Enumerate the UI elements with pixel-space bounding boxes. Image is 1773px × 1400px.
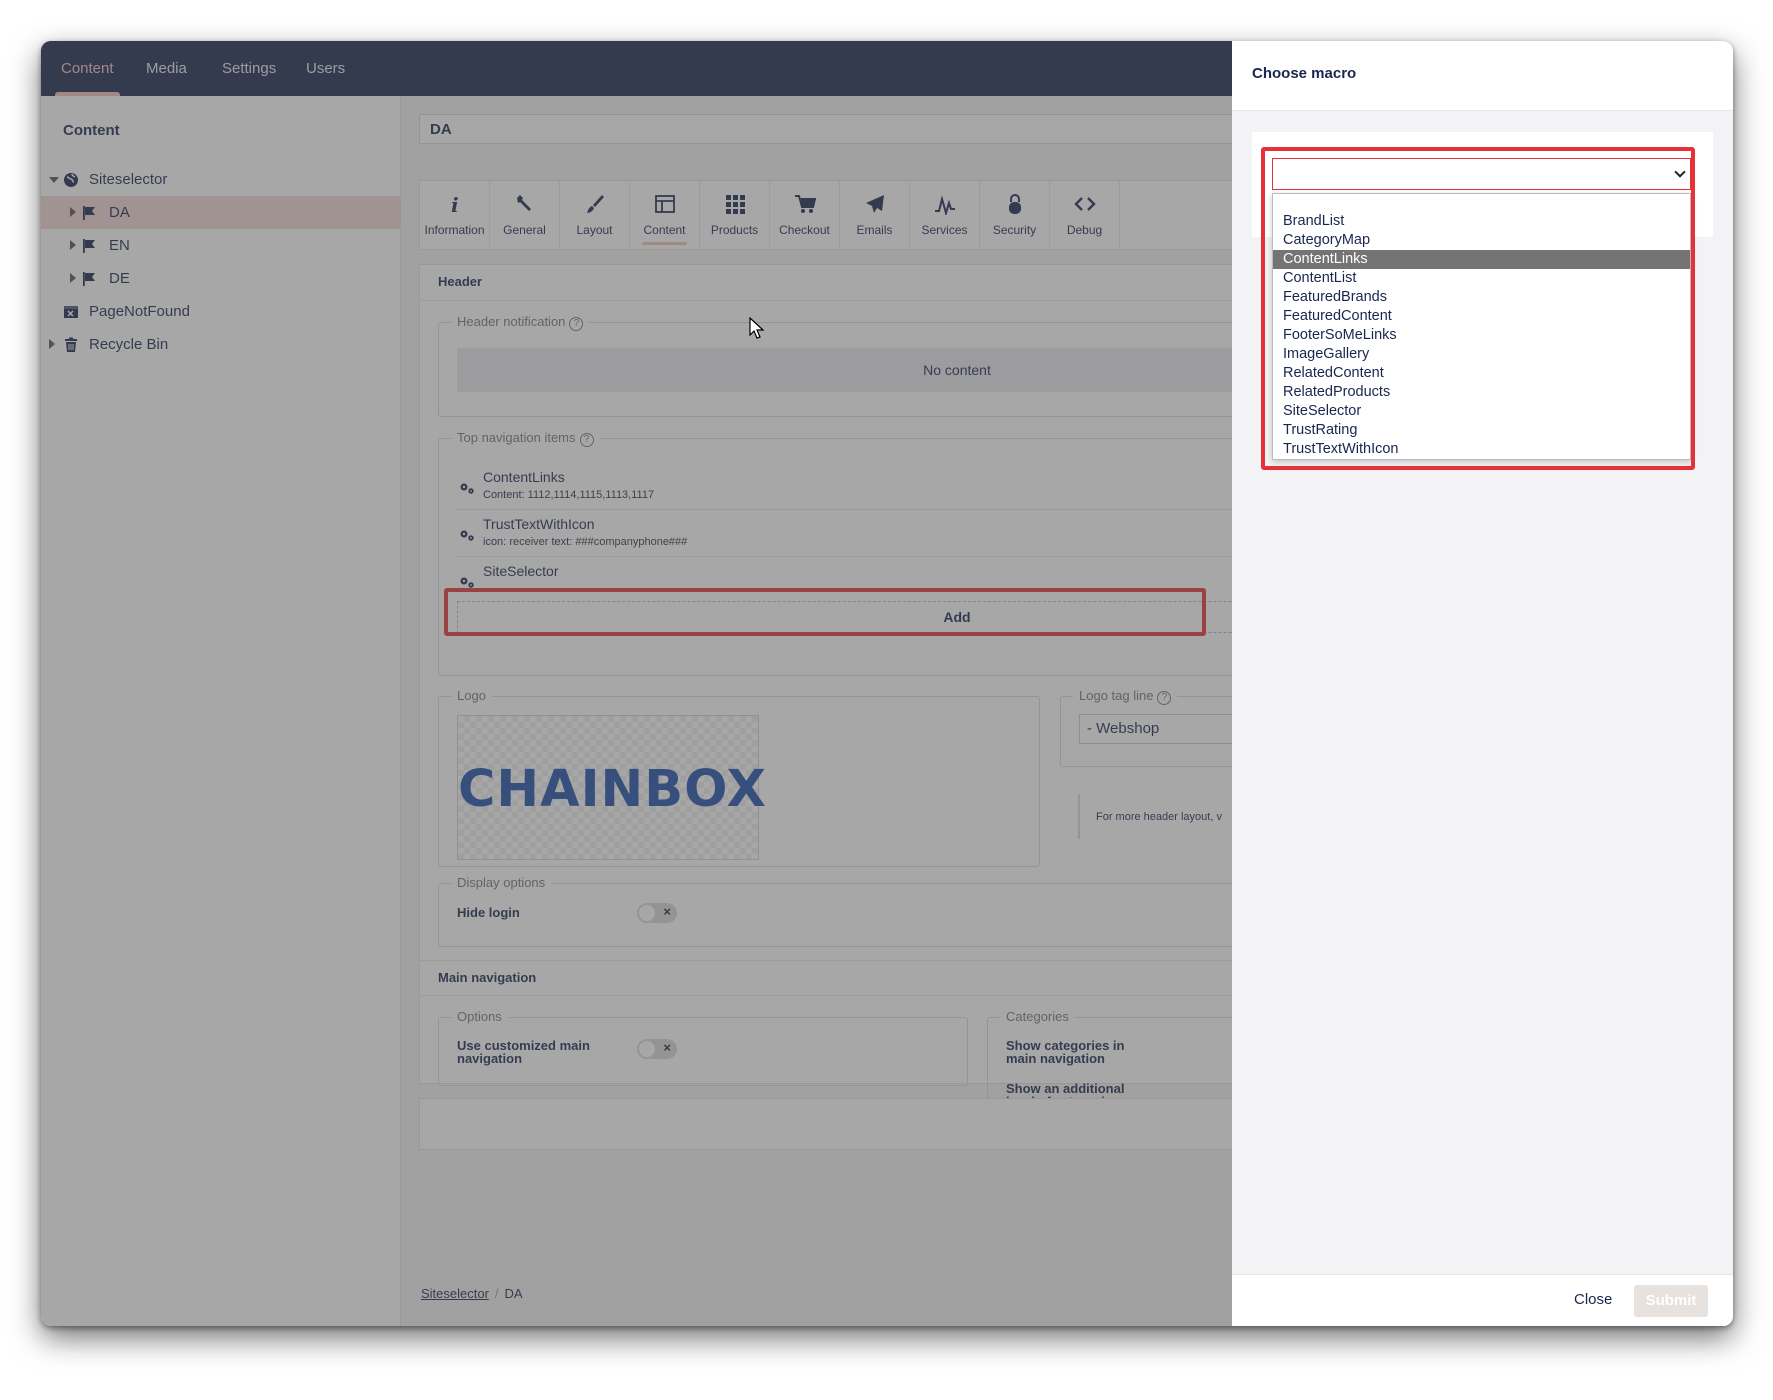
choose-macro-dialog: Choose macro BrandList CategoryMap Conte… xyxy=(1232,41,1733,1326)
umbraco-backoffice: Content Media Settings Users Content Sit… xyxy=(41,41,1733,1326)
mouse-pointer-icon xyxy=(749,317,765,339)
annotation-highlight xyxy=(1261,147,1695,470)
submit-button[interactable]: Submit xyxy=(1634,1285,1708,1317)
dialog-title: Choose macro xyxy=(1252,65,1357,82)
close-button[interactable]: Close xyxy=(1574,1291,1612,1308)
dialog-footer: Close Submit xyxy=(1232,1274,1733,1326)
dialog-header: Choose macro xyxy=(1232,41,1733,111)
